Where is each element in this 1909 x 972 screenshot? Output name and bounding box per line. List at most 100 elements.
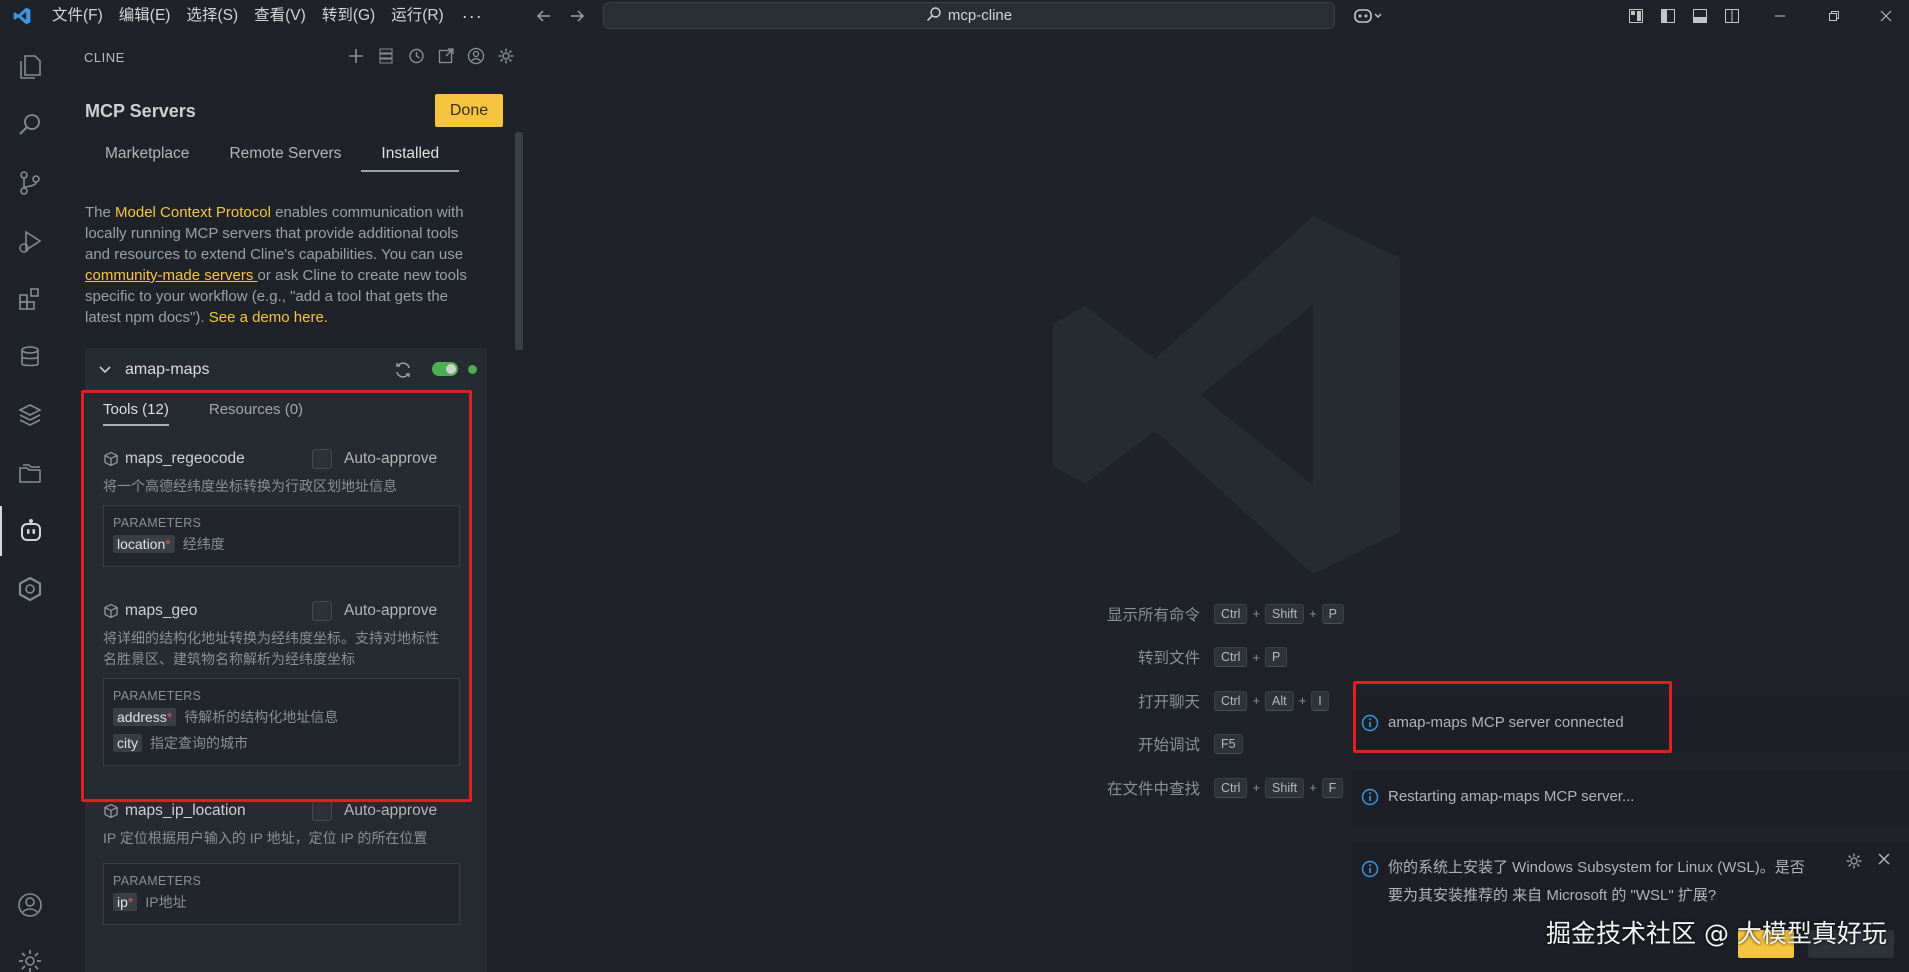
server-header[interactable]: amap-maps	[85, 348, 487, 392]
auto-approve-label: Auto-approve	[344, 802, 438, 819]
key-cap: P	[1321, 603, 1344, 624]
required-marker: *	[127, 894, 134, 910]
done-button[interactable]: Done	[435, 94, 503, 127]
menu-file[interactable]: 文件(F)	[44, 0, 111, 32]
mcp-servers-icon[interactable]	[376, 46, 396, 66]
more-menu-button[interactable]: ···	[452, 6, 493, 27]
notification-text: Restarting amap-maps MCP server...	[1388, 788, 1635, 805]
explorer-icon[interactable]	[0, 42, 60, 92]
sidebar-header: CLINE	[84, 50, 125, 65]
auto-approve-checkbox[interactable]	[312, 801, 332, 821]
shortcut-row: 在文件中查找 Ctrl + Shift + F	[1090, 766, 1344, 810]
notification-settings-gear-icon[interactable]	[1845, 852, 1863, 875]
page-title: MCP Servers	[85, 101, 196, 121]
community-servers-link[interactable]: community-made servers	[85, 267, 258, 284]
key-cap: Ctrl	[1214, 647, 1248, 668]
search-text: mcp-cline	[947, 7, 1013, 24]
param-description: IP地址	[145, 894, 187, 910]
shortcut-row: 转到文件 Ctrl + P	[1090, 636, 1344, 680]
popout-icon[interactable]	[436, 46, 456, 66]
demo-link[interactable]: See a demo here.	[209, 309, 328, 326]
tool-item: maps_ip_location Auto-approve IP 定位根据用户输…	[103, 798, 463, 925]
key-cap: Ctrl	[1214, 690, 1248, 711]
menu-run[interactable]: 运行(R)	[383, 0, 452, 32]
notification-close-icon[interactable]	[1877, 852, 1891, 875]
sidebar-scrollbar[interactable]	[515, 132, 523, 350]
cube-icon	[103, 803, 125, 819]
customize-layout-icon[interactable]	[1622, 0, 1650, 32]
shortcut-row: 显示所有命令 Ctrl + Shift + P	[1090, 592, 1344, 636]
extensions-icon[interactable]	[0, 274, 60, 324]
tab-marketplace[interactable]: Marketplace	[85, 136, 209, 172]
toggle-secondary-sidebar-icon[interactable]	[1718, 0, 1746, 32]
menu-view[interactable]: 查看(V)	[246, 0, 314, 32]
key-cap: P	[1265, 647, 1288, 668]
manage-gear-icon[interactable]	[0, 936, 60, 972]
folders-icon[interactable]	[0, 448, 60, 498]
shortcut-label: 显示所有命令	[1106, 606, 1200, 624]
key-cap: Ctrl	[1214, 603, 1248, 624]
notification-text: 你的系统上安装了 Windows Subsystem for Linux (WS…	[1388, 859, 1805, 904]
toggle-primary-sidebar-icon[interactable]	[1654, 0, 1682, 32]
shortcut-label: 开始调试	[1137, 737, 1200, 755]
account-icon[interactable]	[0, 880, 60, 930]
key-cap: F	[1321, 777, 1344, 798]
restart-server-icon[interactable]	[393, 360, 413, 385]
parameter-row: ip* IP地址	[113, 892, 450, 912]
mcp-description: The Model Context Protocol enables commu…	[85, 204, 467, 326]
key-cap: Ctrl	[1214, 777, 1248, 798]
command-center-search[interactable]: mcp-cline	[603, 2, 1335, 29]
key-cap: I	[1311, 690, 1329, 711]
tool-description: IP 定位根据用户输入的 IP 地址，定位 IP 的所在位置	[103, 830, 428, 846]
layers-icon[interactable]	[0, 390, 60, 440]
watermark-text: 掘金技术社区 @ 大模型真好玩	[1546, 919, 1887, 948]
cline-robot-icon[interactable]	[0, 506, 60, 556]
tool-name: maps_ip_location	[125, 802, 246, 819]
server-status-dot	[468, 365, 477, 374]
chevron-down-icon[interactable]	[85, 363, 125, 377]
minimize-icon[interactable]	[1760, 0, 1800, 32]
settings-gear-icon[interactable]	[496, 46, 516, 66]
shortcut-label: 打开聊天	[1137, 693, 1200, 711]
shortcut-row: 开始调试 F5	[1090, 723, 1344, 767]
search-icon	[926, 6, 942, 26]
menu-bar: 文件(F) 编辑(E) 选择(S) 查看(V) 转到(G) 运行(R) ···	[44, 0, 493, 32]
menu-go[interactable]: 转到(G)	[314, 0, 383, 32]
parameters-box: PARAMETERS ip* IP地址	[103, 863, 460, 925]
vscode-watermark-logo-icon	[1045, 210, 1405, 585]
info-icon	[1352, 770, 1388, 806]
source-control-icon[interactable]	[0, 158, 60, 208]
mcp-link[interactable]: Model Context Protocol	[115, 204, 271, 221]
toggle-panel-icon[interactable]	[1686, 0, 1714, 32]
menu-edit[interactable]: 编辑(E)	[111, 0, 179, 32]
key-cap: Shift	[1265, 777, 1305, 798]
menu-selection[interactable]: 选择(S)	[178, 0, 246, 32]
tab-remote-servers[interactable]: Remote Servers	[209, 136, 361, 172]
hexagon-extension-icon[interactable]	[0, 564, 60, 614]
title-bar: 文件(F) 编辑(E) 选择(S) 查看(V) 转到(G) 运行(R) ··· …	[0, 0, 1909, 32]
restore-icon[interactable]	[1814, 0, 1854, 32]
account-circle-icon[interactable]	[466, 46, 486, 66]
cline-sidebar: CLINE MCP Servers Done Marketplace Remot…	[60, 32, 530, 972]
server-name: amap-maps	[125, 361, 210, 378]
shortcut-hints: 显示所有命令 Ctrl + Shift + P 转到文件 Ctrl + P 打开聊天 …	[1090, 592, 1344, 810]
notification-actions	[1845, 852, 1891, 875]
copilot-icon[interactable]	[1348, 0, 1388, 32]
new-task-plus-icon[interactable]	[346, 46, 366, 66]
vscode-logo-icon	[0, 0, 44, 32]
history-icon[interactable]	[406, 46, 426, 66]
key-cap: Alt	[1265, 690, 1294, 711]
activity-bar	[0, 32, 60, 972]
forward-arrow-icon[interactable]	[561, 0, 593, 32]
highlight-box	[1353, 681, 1672, 753]
server-enable-toggle[interactable]	[432, 362, 458, 376]
close-window-icon[interactable]	[1866, 0, 1906, 32]
param-name: ip	[117, 894, 128, 910]
tab-installed[interactable]: Installed	[361, 136, 460, 172]
back-arrow-icon[interactable]	[528, 0, 560, 32]
shortcut-label: 转到文件	[1137, 650, 1200, 668]
info-icon	[1352, 842, 1388, 878]
database-icon[interactable]	[0, 332, 60, 382]
search-view-icon[interactable]	[0, 100, 60, 150]
run-debug-icon[interactable]	[0, 216, 60, 266]
